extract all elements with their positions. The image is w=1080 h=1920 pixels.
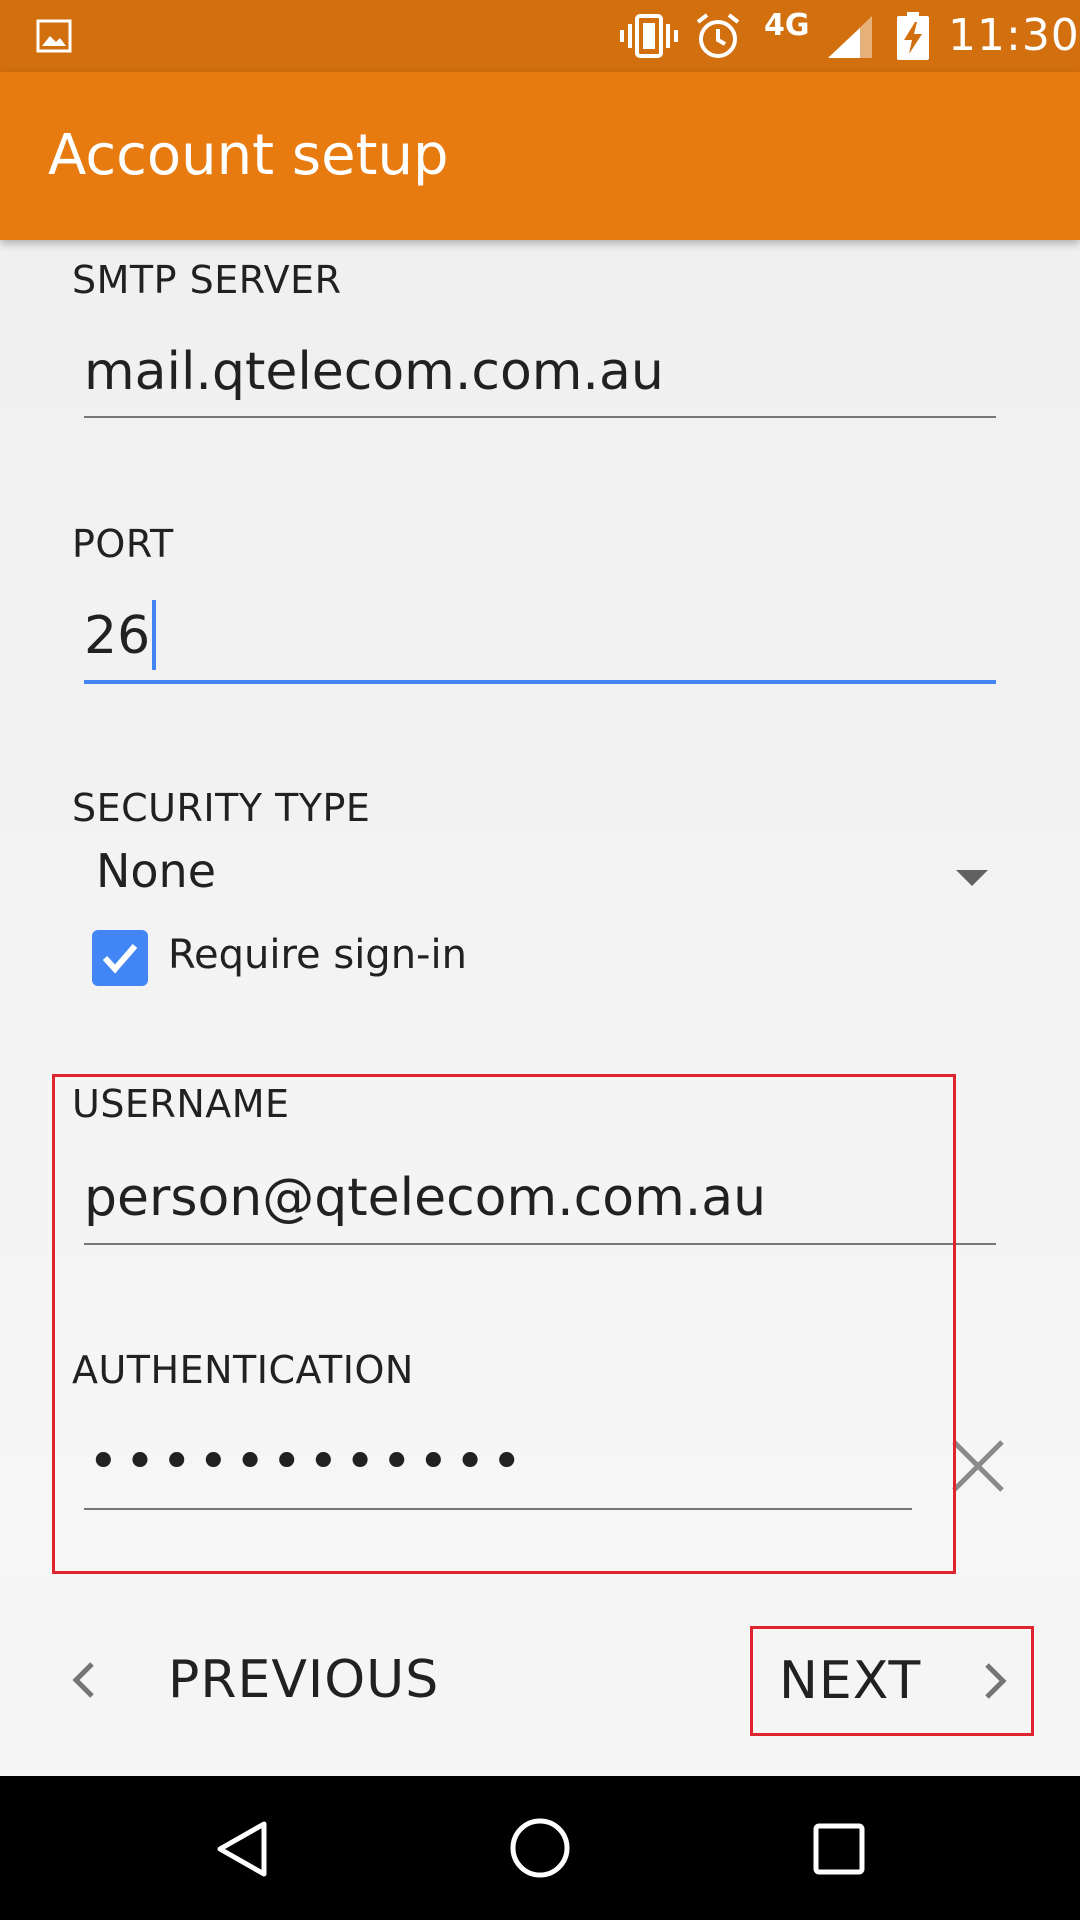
port-underline: [84, 680, 996, 684]
battery-charging-icon: [897, 12, 929, 60]
vibrate-icon: [620, 14, 678, 58]
previous-button[interactable]: PREVIOUS: [48, 1630, 448, 1730]
system-nav-bar: [0, 1776, 1080, 1920]
signal-icon: [828, 16, 872, 58]
checkmark-icon: [102, 944, 138, 974]
chevron-left-icon: [72, 1662, 94, 1698]
security-type-select[interactable]: None: [96, 844, 216, 898]
credentials-highlight-box: [52, 1074, 956, 1574]
alarm-icon: [696, 13, 740, 58]
next-button[interactable]: NEXT: [750, 1626, 1034, 1736]
next-button-label: NEXT: [779, 1651, 922, 1711]
back-icon[interactable]: [214, 1820, 270, 1878]
status-clock: 11:30: [948, 10, 1080, 61]
screen: 4G 11:30 Account setup SMTP SERVER mail.…: [0, 0, 1080, 1920]
port-label: PORT: [72, 522, 174, 566]
wizard-button-bar: PREVIOUS NEXT: [0, 1580, 1080, 1776]
security-type-label: SECURITY TYPE: [72, 786, 371, 830]
smtp-server-input[interactable]: mail.qtelecom.com.au: [84, 342, 664, 402]
page-title: Account setup: [48, 123, 449, 188]
port-value: 26: [84, 606, 151, 666]
gallery-icon: [36, 19, 72, 53]
app-bar: Account setup: [0, 72, 1080, 240]
chevron-right-icon: [985, 1663, 1007, 1699]
port-input[interactable]: 26: [84, 600, 157, 670]
require-signin-label[interactable]: Require sign-in: [168, 932, 467, 978]
network-type-label: 4G: [764, 8, 810, 43]
status-bar: 4G 11:30: [0, 0, 1080, 72]
dropdown-arrow-icon[interactable]: [956, 868, 988, 888]
smtp-server-underline: [84, 416, 996, 418]
clear-icon[interactable]: [950, 1438, 1006, 1494]
account-form: SMTP SERVER mail.qtelecom.com.au PORT 26…: [0, 240, 1080, 1580]
previous-button-label: PREVIOUS: [168, 1650, 440, 1710]
home-icon[interactable]: [508, 1816, 572, 1880]
recents-icon[interactable]: [812, 1822, 866, 1876]
require-signin-checkbox[interactable]: [92, 930, 148, 986]
smtp-server-label: SMTP SERVER: [72, 258, 342, 302]
text-cursor: [152, 600, 157, 670]
